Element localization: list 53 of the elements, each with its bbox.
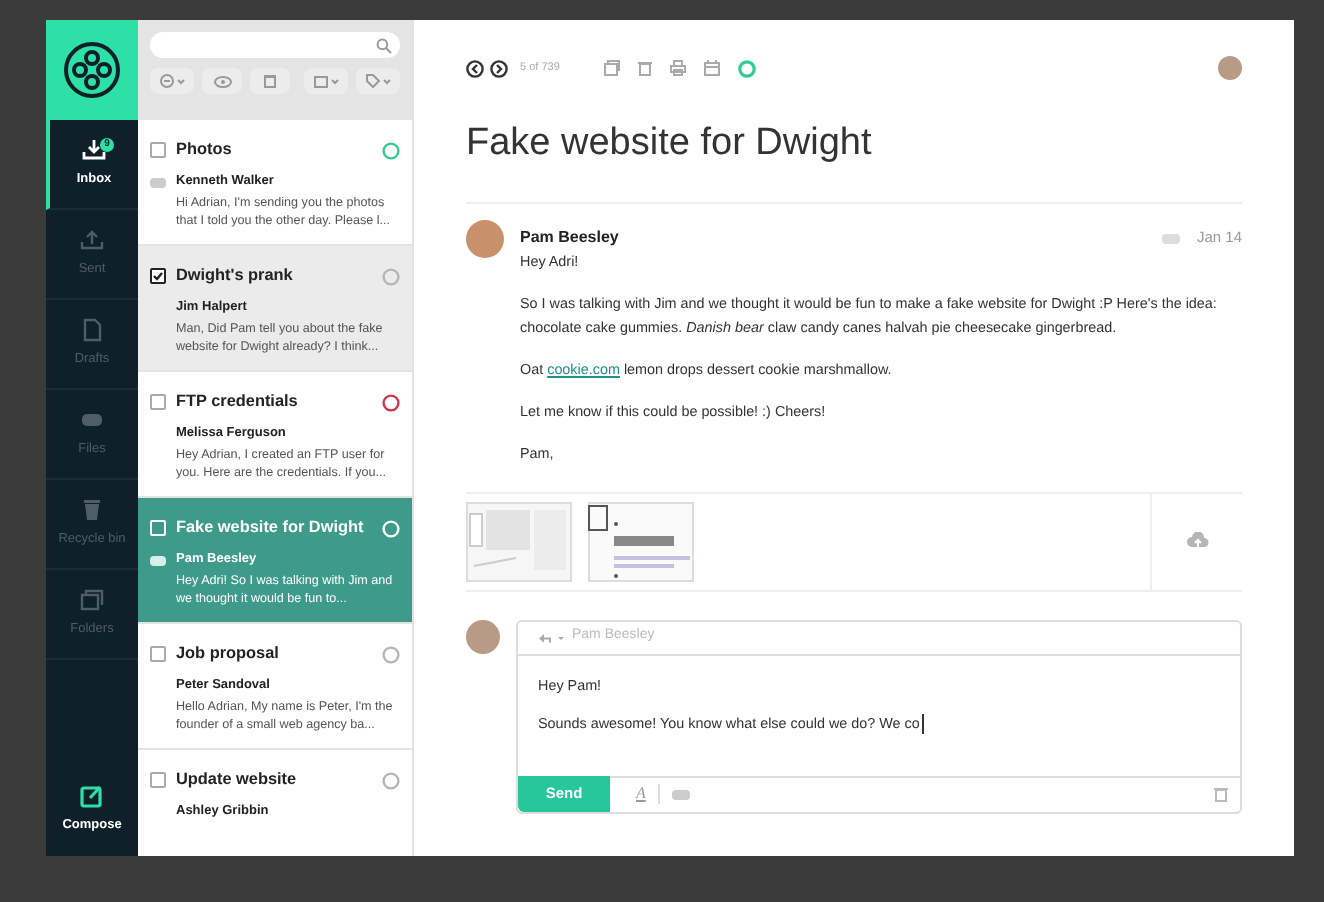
checkbox[interactable] [150, 268, 166, 285]
email-subject: FTP credentials [176, 390, 300, 414]
tag-dropdown-button[interactable] [356, 68, 400, 94]
checkbox[interactable] [150, 394, 166, 411]
previous-icon[interactable] [466, 59, 484, 77]
email-subject: Dwight's prank [176, 264, 295, 288]
search-icon [376, 37, 392, 53]
folder-caret-icon [313, 74, 339, 88]
compose-icon [80, 784, 104, 809]
email-subject: Photos [176, 138, 234, 162]
status-circle[interactable] [382, 393, 400, 412]
select-dropdown-button[interactable] [150, 68, 194, 94]
attachment-thumbnail[interactable] [466, 501, 572, 581]
text-format-button[interactable]: A [636, 782, 646, 806]
sender-avatar [466, 219, 504, 257]
status-circle[interactable] [737, 59, 756, 77]
folders-icon [80, 588, 104, 613]
reply-dropdown-icon[interactable] [538, 631, 566, 643]
inbox-icon [82, 138, 106, 163]
checkbox[interactable] [150, 646, 166, 663]
delete-icon[interactable] [637, 60, 652, 76]
tag-icon[interactable] [671, 789, 690, 799]
tag-icon [1162, 233, 1181, 243]
tag-caret-icon [365, 74, 391, 88]
folder-icon[interactable] [603, 60, 620, 76]
delete-button[interactable] [250, 68, 290, 94]
upload-icon [80, 228, 104, 253]
calendar-icon[interactable] [703, 60, 720, 76]
eye-icon [213, 75, 231, 87]
email-subject: Job proposal [176, 642, 281, 666]
checkbox[interactable] [150, 142, 166, 159]
delete-icon [264, 74, 276, 88]
checkbox[interactable] [150, 772, 166, 789]
my-avatar [466, 619, 500, 653]
search-field[interactable] [150, 32, 400, 58]
attachment-thumbnail[interactable] [588, 501, 694, 581]
eye-button[interactable] [202, 68, 242, 94]
minus-circle-caret-icon [159, 74, 185, 88]
status-circle[interactable] [382, 771, 400, 790]
sender-name: Pam Beesley [520, 226, 619, 250]
email-subject: Fake website for Dwight [176, 516, 366, 540]
user-avatar[interactable] [1218, 56, 1242, 80]
status-circle[interactable] [382, 645, 400, 664]
next-icon[interactable] [490, 59, 508, 77]
trash-icon [80, 498, 104, 523]
folder-dropdown-button[interactable] [304, 68, 348, 94]
email-subject: Update website [176, 768, 299, 792]
delete-icon[interactable] [1214, 786, 1228, 802]
message-title: Fake website for Dwight [466, 116, 1242, 203]
print-icon[interactable] [669, 60, 686, 76]
status-circle[interactable] [382, 141, 400, 160]
cloud-upload-icon[interactable] [1185, 531, 1209, 551]
document-icon [80, 318, 104, 343]
